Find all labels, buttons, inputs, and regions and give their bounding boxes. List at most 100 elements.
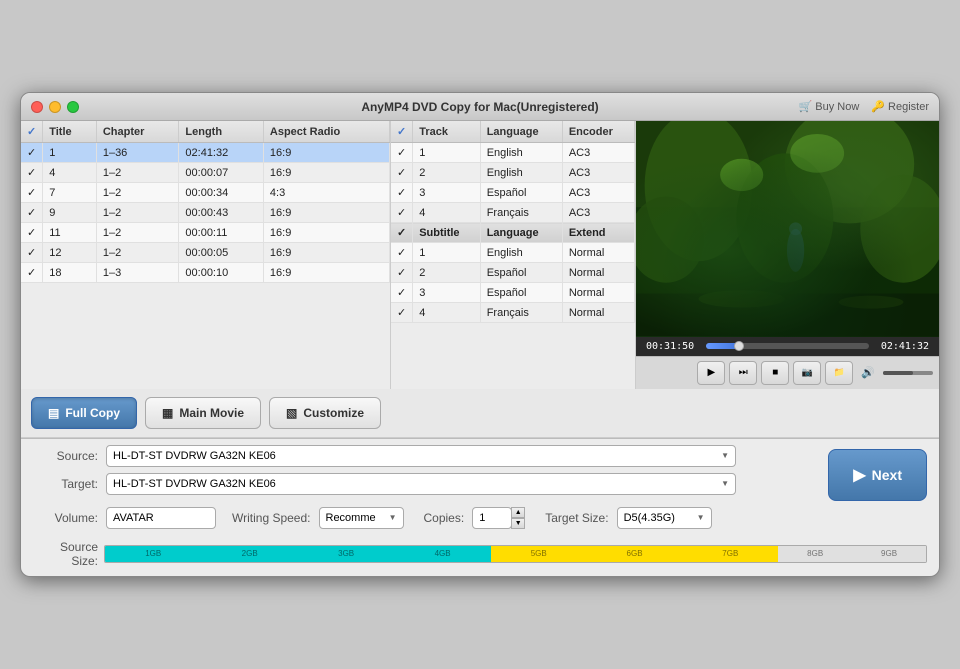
- subtitle-check[interactable]: ✓: [391, 243, 413, 263]
- table-row[interactable]: ✓ 18 1–3 00:00:10 16:9: [21, 263, 390, 283]
- target-dropdown[interactable]: HL-DT-ST DVDRW GA32N KE06 ▼: [106, 473, 736, 495]
- source-dropdown[interactable]: HL-DT-ST DVDRW GA32N KE06 ▼: [106, 445, 736, 467]
- table-row[interactable]: ✓ 7 1–2 00:00:34 4:3: [21, 183, 390, 203]
- subtitle-check[interactable]: ✓: [391, 283, 413, 303]
- track-col-track: Track: [413, 121, 480, 143]
- col-aspect: Aspect Radio: [263, 121, 389, 143]
- subtitle-language: Español: [480, 283, 562, 303]
- row-check[interactable]: ✓: [21, 203, 43, 223]
- volume-row: Volume: Writing Speed: Recomme ▼ Copies:…: [21, 507, 939, 535]
- volume-slider[interactable]: [883, 371, 933, 375]
- subtitle-check[interactable]: ✓: [391, 263, 413, 283]
- row-title: 12: [43, 243, 97, 263]
- copies-up-button[interactable]: ▲: [511, 507, 525, 518]
- size-bar-yellow: 5GB 6GB 7GB: [491, 546, 778, 562]
- copies-control: 1 ▲ ▼: [472, 507, 525, 529]
- preview-video: [636, 121, 939, 337]
- preview-controls: 00:31:50 02:41:32: [636, 337, 939, 356]
- row-aspect: 16:9: [263, 143, 389, 163]
- track-col-check[interactable]: ✓: [391, 121, 413, 143]
- track-check[interactable]: ✓: [391, 143, 413, 163]
- volume-input[interactable]: [106, 507, 216, 529]
- tracks-panel: ✓ Track Language Encoder ✓ 1 English AC3…: [391, 121, 636, 389]
- register-button[interactable]: 🔑 Register: [871, 100, 929, 113]
- target-row: Target: HL-DT-ST DVDRW GA32N KE06 ▼: [33, 473, 818, 495]
- row-check[interactable]: ✓: [21, 243, 43, 263]
- track-encoder: AC3: [562, 143, 634, 163]
- size-bar-cyan: 1GB 2GB 3GB 4GB: [105, 546, 491, 562]
- row-check[interactable]: ✓: [21, 223, 43, 243]
- row-check[interactable]: ✓: [21, 163, 43, 183]
- track-row[interactable]: ✓ 3 Español AC3: [391, 183, 635, 203]
- maximize-button[interactable]: [67, 101, 79, 113]
- subtitle-extend: Normal: [562, 303, 634, 323]
- source-arrow-icon: ▼: [721, 451, 729, 460]
- subtitle-row[interactable]: ✓ 3 Español Normal: [391, 283, 635, 303]
- copies-down-button[interactable]: ▼: [511, 518, 525, 529]
- track-check[interactable]: ✓: [391, 163, 413, 183]
- track-num: 1: [413, 143, 480, 163]
- subtitle-num: 2: [413, 263, 480, 283]
- row-title: 11: [43, 223, 97, 243]
- titles-panel: ✓ Title Chapter Length Aspect Radio ✓ 1 …: [21, 121, 391, 389]
- main-movie-button[interactable]: ▦ Main Movie: [145, 397, 261, 429]
- copy-modes-bar: ▤ Full Copy ▦ Main Movie ▧ Customize: [21, 389, 939, 438]
- folder-button[interactable]: 📁: [825, 361, 853, 385]
- row-check[interactable]: ✓: [21, 183, 43, 203]
- screenshot-button[interactable]: 📷: [793, 361, 821, 385]
- track-check[interactable]: ✓: [391, 203, 413, 223]
- track-language: Français: [480, 203, 562, 223]
- track-row[interactable]: ✓ 4 Français AC3: [391, 203, 635, 223]
- table-row[interactable]: ✓ 9 1–2 00:00:43 16:9: [21, 203, 390, 223]
- target-size-label: Target Size:: [545, 511, 608, 525]
- subtitle-row[interactable]: ✓ 2 Español Normal: [391, 263, 635, 283]
- table-row[interactable]: ✓ 1 1–36 02:41:32 16:9: [21, 143, 390, 163]
- customize-button[interactable]: ▧ Customize: [269, 397, 381, 429]
- preview-image: [636, 121, 939, 337]
- row-chapter: 1–2: [96, 183, 179, 203]
- full-copy-button[interactable]: ▤ Full Copy: [31, 397, 137, 429]
- cart-icon: 🛒: [799, 100, 813, 113]
- progress-thumb[interactable]: [734, 341, 744, 351]
- stop-button[interactable]: ■: [761, 361, 789, 385]
- volume-fill: [883, 371, 913, 375]
- traffic-lights: [31, 101, 79, 113]
- table-row[interactable]: ✓ 12 1–2 00:00:05 16:9: [21, 243, 390, 263]
- copies-input[interactable]: 1: [472, 507, 512, 529]
- row-title: 1: [43, 143, 97, 163]
- row-aspect: 16:9: [263, 223, 389, 243]
- subtitle-header-row: ✓ Subtitle Language Extend: [391, 223, 635, 243]
- writing-speed-arrow-icon: ▼: [389, 513, 397, 522]
- next-button[interactable]: ▶ Next: [828, 449, 927, 501]
- col-title: Title: [43, 121, 97, 143]
- player-controls: ▶ ⏭ ■ 📷 📁 🔊: [636, 356, 939, 389]
- play-button[interactable]: ▶: [697, 361, 725, 385]
- subtitle-check[interactable]: ✓: [391, 303, 413, 323]
- subtitle-extend: Normal: [562, 283, 634, 303]
- writing-speed-dropdown[interactable]: Recomme ▼: [319, 507, 404, 529]
- table-row[interactable]: ✓ 4 1–2 00:00:07 16:9: [21, 163, 390, 183]
- close-button[interactable]: [31, 101, 43, 113]
- row-check[interactable]: ✓: [21, 263, 43, 283]
- titlebar-actions: 🛒 Buy Now 🔑 Register: [799, 100, 929, 113]
- progress-bar[interactable]: [706, 343, 869, 349]
- col-check[interactable]: ✓: [21, 121, 43, 143]
- subtitle-row[interactable]: ✓ 1 English Normal: [391, 243, 635, 263]
- track-row[interactable]: ✓ 2 English AC3: [391, 163, 635, 183]
- main-area: ✓ Title Chapter Length Aspect Radio ✓ 1 …: [21, 121, 939, 389]
- track-row[interactable]: ✓ 1 English AC3: [391, 143, 635, 163]
- subtitle-row[interactable]: ✓ 4 Français Normal: [391, 303, 635, 323]
- row-check[interactable]: ✓: [21, 143, 43, 163]
- subtitle-check-header[interactable]: ✓: [391, 223, 413, 243]
- buy-now-button[interactable]: 🛒 Buy Now: [799, 100, 860, 113]
- forward-button[interactable]: ⏭: [729, 361, 757, 385]
- target-size-dropdown[interactable]: D5(4.35G) ▼: [617, 507, 712, 529]
- settings-area: Source: HL-DT-ST DVDRW GA32N KE06 ▼ Targ…: [21, 438, 939, 576]
- row-aspect: 16:9: [263, 243, 389, 263]
- target-label: Target:: [33, 477, 98, 491]
- source-size-row: Source Size: 1GB 2GB 3GB 4GB 5GB 6GB 7GB…: [21, 540, 939, 576]
- table-row[interactable]: ✓ 11 1–2 00:00:11 16:9: [21, 223, 390, 243]
- minimize-button[interactable]: [49, 101, 61, 113]
- subtitle-language: Español: [480, 263, 562, 283]
- track-check[interactable]: ✓: [391, 183, 413, 203]
